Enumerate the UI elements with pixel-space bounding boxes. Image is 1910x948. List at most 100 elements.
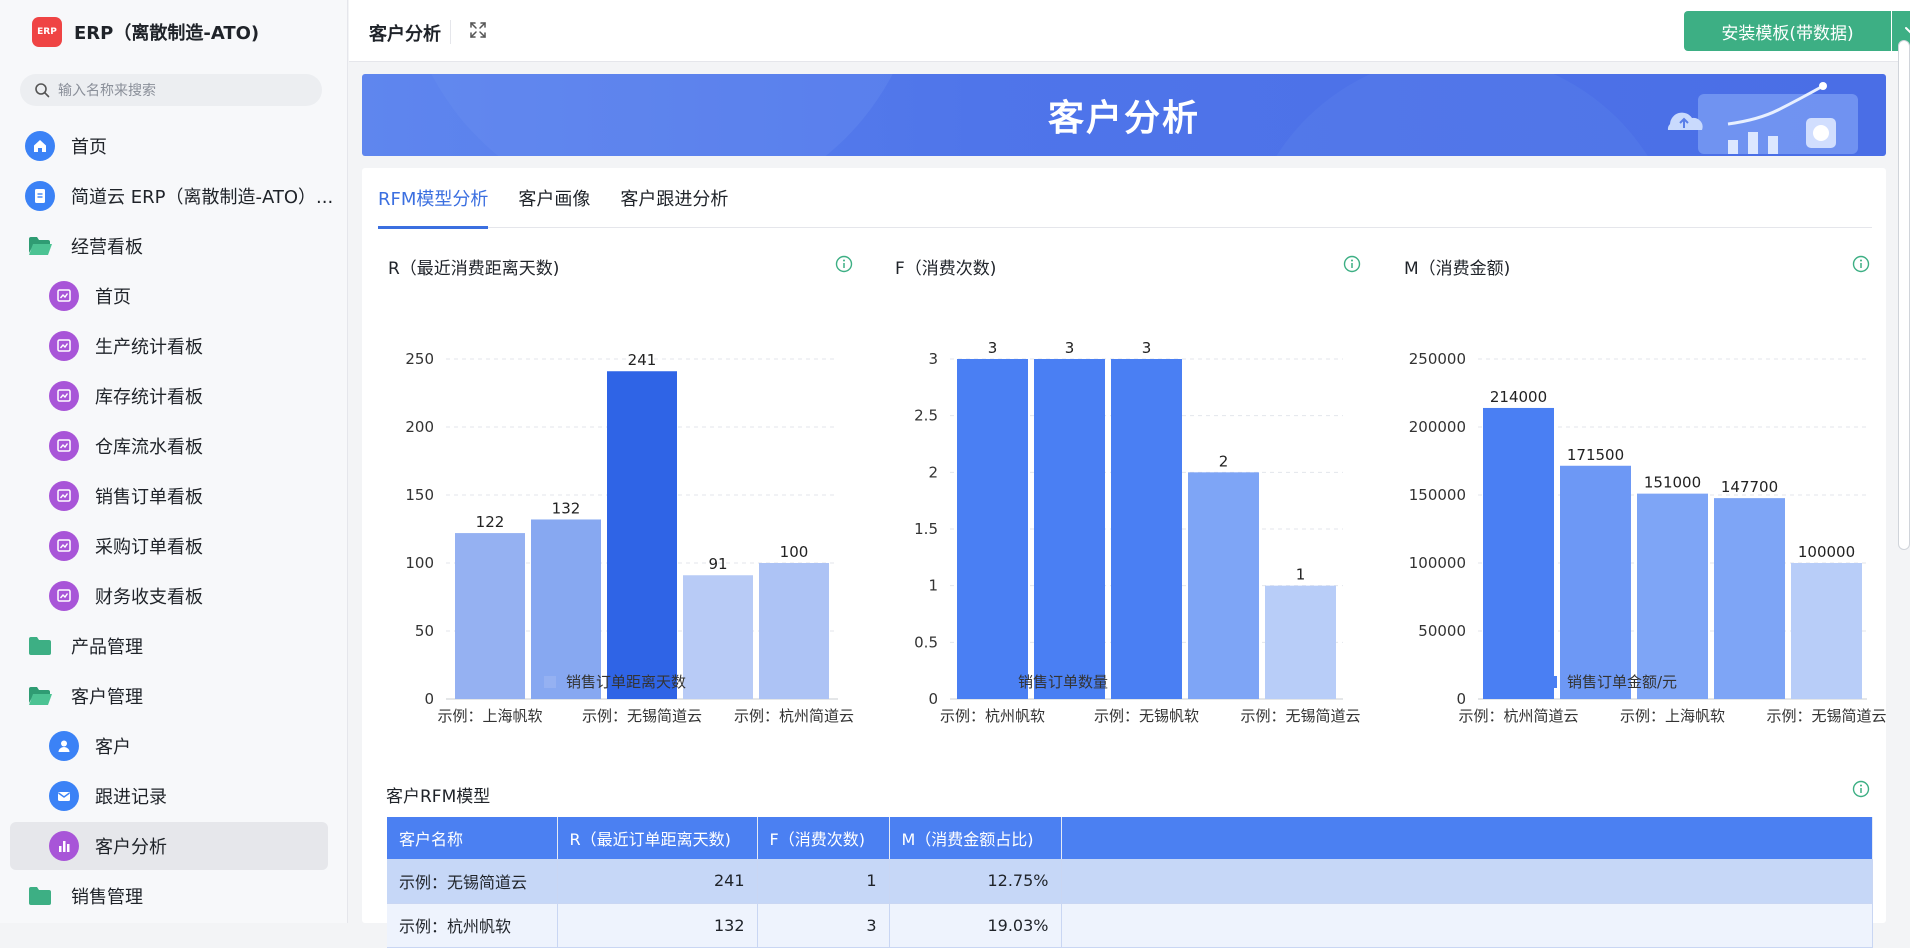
sidebar: ERP ERP（离散制造-ATO) 输入名称来搜索 首页 简道云 ERP（离散制造… — [0, 0, 348, 923]
legend-label[interactable]: 销售订单数量 — [1018, 673, 1108, 691]
sidebar-item[interactable]: 首页 — [0, 121, 348, 171]
dashboard-icon — [49, 531, 79, 561]
info-icon[interactable] — [1852, 255, 1870, 273]
dashboard-icon — [49, 431, 79, 461]
y-tick-label: 100000 — [1409, 554, 1466, 572]
sidebar-item[interactable]: 客户 — [0, 721, 348, 771]
table-header-cell[interactable]: R（最近订单距离天数) — [557, 817, 758, 859]
tab[interactable]: 客户画像 — [518, 168, 590, 228]
bar[interactable] — [1714, 498, 1785, 699]
y-tick-label: 250 — [405, 350, 434, 368]
bar[interactable] — [759, 563, 829, 699]
bar-value-label: 241 — [628, 351, 657, 369]
table-cell: 241 — [557, 859, 758, 904]
info-icon[interactable] — [1852, 780, 1870, 798]
x-tick-label: 示例：无锡简道云 — [1240, 707, 1360, 725]
table-row[interactable]: 示例：无锡简道云 241 1 12.75% — [387, 859, 1873, 904]
sidebar-item-label: 跟进记录 — [95, 787, 167, 808]
dashboard-icon — [49, 581, 79, 611]
bar[interactable] — [1188, 472, 1259, 699]
y-tick-label: 50 — [415, 622, 434, 640]
sidebar-item-label: 库存统计看板 — [95, 387, 203, 408]
tab[interactable]: 客户跟进分析 — [620, 168, 728, 228]
y-tick-label: 200000 — [1409, 418, 1466, 436]
table-header-cell[interactable]: 客户名称 — [387, 817, 558, 859]
info-icon[interactable] — [835, 255, 853, 273]
bar[interactable] — [1791, 563, 1862, 699]
sidebar-item[interactable]: 跟进记录 — [0, 771, 348, 821]
bar[interactable] — [683, 575, 753, 699]
y-tick-label: 150 — [405, 486, 434, 504]
sidebar-item[interactable]: 财务收支看板 — [0, 571, 348, 621]
info-icon[interactable] — [1343, 255, 1361, 273]
scrollbar[interactable] — [1898, 40, 1910, 550]
table-title: 客户RFM模型 — [386, 787, 491, 807]
table-cell — [1061, 859, 1873, 904]
document-icon — [25, 181, 55, 211]
y-tick-label: 250000 — [1409, 350, 1466, 368]
sidebar-item[interactable]: 销售订单看板 — [0, 471, 348, 521]
legend-swatch — [996, 676, 1008, 688]
bar[interactable] — [1483, 407, 1554, 699]
bar[interactable] — [1560, 465, 1631, 699]
sidebar-item[interactable]: 仓库流水看板 — [0, 421, 348, 471]
sidebar-item[interactable]: 简道云 ERP（离散制造-ATO）... — [0, 171, 348, 221]
sidebar-item-label: 仓库流水看板 — [95, 437, 203, 458]
install-template-button[interactable]: 安装模板(带数据) — [1684, 11, 1891, 51]
analysis-card: RFM模型分析 客户画像 客户跟进分析 R（最近消费距离天数) F（消费次数) M（… — [362, 168, 1887, 948]
bar-value-label: 3 — [1142, 339, 1152, 357]
sidebar-item-label: 客户 — [95, 737, 131, 758]
dashboard-icon — [49, 481, 79, 511]
bar-value-label: 1 — [1296, 566, 1306, 584]
bar[interactable] — [455, 533, 525, 699]
x-tick-label: 示例：上海帆软 — [1620, 707, 1725, 725]
bar-value-label: 214000 — [1490, 388, 1547, 406]
legend-label[interactable]: 销售订单距离天数 — [566, 673, 686, 691]
cloud-chart-icon — [1667, 82, 1858, 154]
y-tick-label: 50000 — [1418, 622, 1466, 640]
mail-icon — [49, 781, 79, 811]
sidebar-item-label: 客户管理 — [71, 687, 143, 708]
bar[interactable] — [1265, 585, 1336, 699]
table-row[interactable]: 示例：杭州帆软 132 3 19.03% — [387, 903, 1873, 948]
sidebar-item[interactable]: 经营看板 — [0, 221, 348, 271]
tab[interactable]: RFM模型分析 — [378, 168, 489, 229]
table-cell: 1 — [757, 859, 890, 904]
sidebar-item[interactable]: 客户分析 — [0, 821, 348, 871]
bar[interactable] — [1637, 493, 1708, 699]
home-icon — [25, 131, 55, 161]
sidebar-item[interactable]: 采购订单看板 — [0, 521, 348, 571]
bar[interactable] — [607, 371, 677, 699]
legend-label[interactable]: 销售订单金额/元 — [1567, 673, 1677, 691]
table-header-cell[interactable]: F（消费次数) — [757, 817, 890, 859]
bar[interactable] — [957, 359, 1028, 699]
sidebar-item[interactable]: 销售管理 — [0, 871, 348, 921]
bar[interactable] — [1034, 359, 1105, 699]
table-header-row: 客户名称 R（最近订单距离天数) F（消费次数) M（消费金额占比) — [387, 817, 1873, 859]
chart-r: 0 50 100 150 200 250 122 示例：上海帆软 132 241 示例：无锡简道云 9… — [405, 350, 854, 725]
legend-swatch — [544, 676, 556, 688]
search-input[interactable]: 输入名称来搜索 — [20, 74, 322, 106]
bar-value-label: 100000 — [1798, 543, 1855, 561]
sidebar-item[interactable]: 客户管理 — [0, 671, 348, 721]
chart-title-m: M（消费金额) — [1404, 259, 1511, 279]
sidebar-item-label: 产品管理 — [71, 637, 143, 658]
sidebar-item[interactable]: 产品管理 — [0, 621, 348, 671]
title-divider — [450, 20, 451, 44]
sidebar-item[interactable]: 首页 — [0, 271, 348, 321]
sidebar-item[interactable]: 库存统计看板 — [0, 371, 348, 421]
table-header-cell[interactable]: M（消费金额占比) — [889, 817, 1062, 859]
y-tick-label: 0 — [1456, 690, 1466, 708]
table-cell: 3 — [757, 903, 890, 948]
dashboard-icon — [49, 331, 79, 361]
bar[interactable] — [1111, 359, 1182, 699]
table-header-cell[interactable] — [1061, 817, 1873, 859]
app-header[interactable]: ERP ERP（离散制造-ATO) — [32, 16, 259, 48]
fullscreen-icon[interactable] — [469, 21, 487, 39]
page-banner: 客户分析 — [362, 74, 1886, 156]
sidebar-item[interactable]: 生产统计看板 — [0, 321, 348, 371]
table-body: 示例：无锡简道云 241 1 12.75% 示例：杭州帆软 132 3 19.03% — [387, 859, 1873, 948]
x-tick-label: 示例：上海帆软 — [437, 707, 542, 725]
sidebar-item-label: 财务收支看板 — [95, 587, 203, 608]
table-cell — [1061, 903, 1873, 948]
